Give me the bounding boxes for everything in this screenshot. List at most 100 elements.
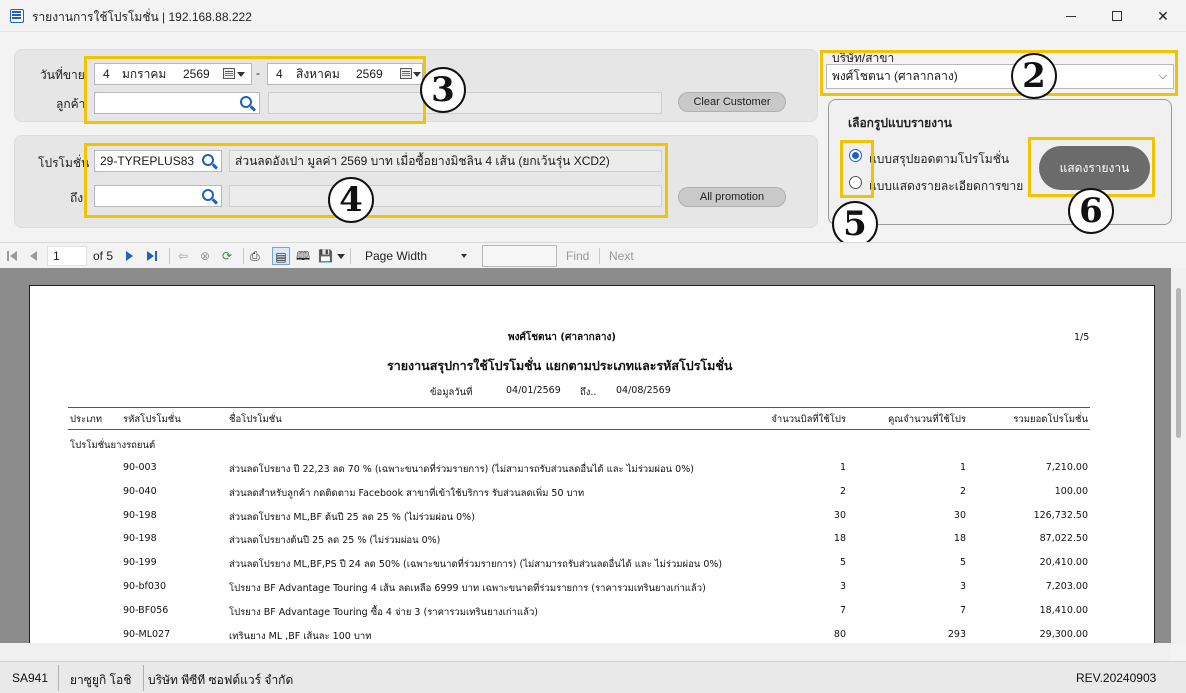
stop-icon[interactable]: ⊗ bbox=[200, 247, 210, 265]
cell-code: 90-198 bbox=[123, 509, 157, 521]
highlight-dates bbox=[84, 56, 426, 124]
cell-name: ส่วนลดโปรยาง ML,BF,PS ปี 24 ลด 50% (เฉพา… bbox=[229, 559, 723, 571]
vertical-scrollbar[interactable] bbox=[1171, 268, 1186, 643]
header-rule-bottom bbox=[68, 429, 1090, 430]
report-date-label: ข้อมูลวันที่ bbox=[430, 387, 473, 398]
minimize-icon bbox=[1066, 15, 1076, 17]
print-layout-icon[interactable]: ▤ bbox=[272, 247, 290, 265]
col-code: รหัสโปรโมชั่น bbox=[123, 414, 181, 425]
detail-option-label[interactable]: แบบแสดงรายละเอียดการขาย bbox=[869, 177, 1023, 196]
previous-page-icon[interactable] bbox=[30, 251, 37, 261]
cell-total: 20,410.00 bbox=[1039, 557, 1088, 569]
close-icon: ✕ bbox=[1157, 7, 1169, 24]
highlight-promotion bbox=[84, 143, 668, 218]
report-date-from: 04/01/2569 bbox=[506, 385, 561, 396]
col-name: ชื่อโปรโมชั่น bbox=[229, 414, 282, 425]
sale-date-label: วันที่ขาย bbox=[40, 68, 85, 82]
cell-total: 7,210.00 bbox=[1045, 462, 1088, 473]
annotation-badge-4: 4 bbox=[328, 177, 374, 223]
zoom-select[interactable]: Page Width bbox=[360, 247, 474, 265]
status-bar: SA941 ยาซูยูกิ โอชิ บริษัท พีซีที ซอฟต์แ… bbox=[0, 661, 1186, 693]
back-icon[interactable]: ⇦ bbox=[178, 247, 188, 265]
maximize-button[interactable] bbox=[1094, 0, 1140, 32]
refresh-icon[interactable]: ⟳ bbox=[222, 247, 232, 265]
zoom-value: Page Width bbox=[365, 249, 428, 263]
annotation-badge-3: 3 bbox=[420, 67, 466, 113]
find-input[interactable] bbox=[482, 245, 557, 267]
cell-bills: 5 bbox=[839, 557, 846, 569]
col-type: ประเภท bbox=[70, 414, 103, 425]
export-icon[interactable]: 💾 bbox=[318, 247, 333, 265]
cell-bills: 7 bbox=[839, 604, 846, 616]
scroll-thumb[interactable] bbox=[1176, 288, 1181, 438]
report-date-to: 04/08/2569 bbox=[616, 385, 671, 396]
minimize-button[interactable] bbox=[1048, 0, 1094, 32]
highlight-report-type bbox=[840, 140, 874, 198]
report-page: พงศ์โชตนา (ศาลากลาง) 1/5 รายงานสรุปการใช… bbox=[29, 285, 1155, 643]
cell-qty: 2 bbox=[959, 485, 966, 497]
cell-total: 29,300.00 bbox=[1039, 628, 1088, 640]
all-promotion-button[interactable]: All promotion bbox=[678, 187, 786, 207]
to-label: ถึง bbox=[70, 191, 84, 205]
cell-bills: 80 bbox=[833, 628, 846, 640]
report-format-title: เลือกรูปแบบรายงาน bbox=[848, 116, 952, 130]
cell-name: ส่วนลดโปรยาง ML,BF ต้นปี 25 ลด 25 % (ไม่… bbox=[229, 511, 475, 523]
chevron-down-icon bbox=[461, 254, 467, 258]
cell-total: 18,410.00 bbox=[1039, 604, 1088, 616]
report-viewer[interactable]: พงศ์โชตนา (ศาลากลาง) 1/5 รายงานสรุปการใช… bbox=[0, 268, 1186, 643]
cell-name: ส่วนลดโปรยาง ปี 22,23 ลด 70 % (เฉพาะขนาด… bbox=[229, 464, 694, 475]
highlight-branch bbox=[820, 50, 1178, 96]
cell-total: 126,732.50 bbox=[1033, 509, 1088, 521]
close-button[interactable]: ✕ bbox=[1140, 0, 1186, 32]
report-date-to-label: ถึง.. bbox=[580, 387, 597, 398]
cell-bills: 3 bbox=[839, 581, 846, 592]
cell-qty: 5 bbox=[959, 557, 966, 569]
cell-code: 90-bf030 bbox=[123, 581, 167, 592]
cell-total: 87,022.50 bbox=[1039, 533, 1088, 545]
clear-customer-button[interactable]: Clear Customer bbox=[678, 92, 786, 112]
cell-name: โปรยาง BF Advantage Touring 4 เส้น ลดเหล… bbox=[229, 583, 706, 594]
cell-name: เทรินยาง ML ,BF เส้นละ 100 บาท bbox=[229, 630, 372, 642]
print-icon[interactable]: ⎙ bbox=[250, 247, 260, 265]
next-button[interactable]: Next bbox=[609, 247, 634, 265]
cell-qty: 1 bbox=[959, 462, 966, 473]
cell-bills: 1 bbox=[839, 462, 846, 473]
next-page-icon[interactable] bbox=[126, 251, 133, 261]
annotation-badge-2: 2 bbox=[1011, 53, 1057, 99]
page-setup-icon[interactable]: 🕮 bbox=[296, 247, 310, 265]
cell-code: 90-BF056 bbox=[123, 604, 169, 616]
page-number-input[interactable]: 1 bbox=[47, 246, 87, 266]
cell-qty: 293 bbox=[947, 628, 966, 640]
promotion-label: โปรโมชั่น bbox=[38, 156, 90, 170]
header-rule-top bbox=[68, 407, 1090, 408]
title-bar: รายงานการใช้โปรโมชั่น | 192.168.88.222 ✕ bbox=[0, 0, 1186, 32]
cell-code: 90-003 bbox=[123, 462, 157, 473]
cell-qty: 3 bbox=[959, 581, 966, 592]
cell-total: 7,203.00 bbox=[1045, 581, 1088, 592]
app-icon bbox=[10, 9, 24, 23]
window-title: รายงานการใช้โปรโมชั่น | 192.168.88.222 bbox=[32, 10, 252, 24]
col-qty: คูณจำนวนที่ใช้โปร bbox=[888, 414, 966, 425]
cell-qty: 7 bbox=[959, 604, 966, 616]
customer-label: ลูกค้า bbox=[56, 97, 86, 111]
col-total: รวมยอดโปรโมชั่น bbox=[1013, 414, 1088, 425]
group-label: โปรโมชั่นยางรถยนต์ bbox=[70, 440, 156, 451]
cell-code: 90-198 bbox=[123, 533, 157, 545]
cell-name: ส่วนลดสำหรับลูกค้า กดติดตาม Facebook สาข… bbox=[229, 487, 585, 499]
report-toolbar: 1 of 5 ⇦ ⊗ ⟳ ⎙ ▤ 🕮 💾 Page Width Find Nex… bbox=[0, 242, 1186, 268]
cell-code: 90-ML027 bbox=[123, 628, 171, 640]
col-bills: จำนวนบิลที่ใช้โปร bbox=[771, 414, 846, 425]
maximize-icon bbox=[1112, 11, 1122, 21]
user-code: SA941 bbox=[12, 671, 49, 685]
cell-name: โปรยาง BF Advantage Touring ซื้อ 4 จ่าย … bbox=[229, 606, 538, 618]
find-button[interactable]: Find bbox=[566, 247, 589, 265]
cell-bills: 18 bbox=[833, 533, 846, 545]
cell-qty: 30 bbox=[953, 509, 966, 521]
chevron-down-icon[interactable] bbox=[337, 254, 345, 259]
cell-bills: 2 bbox=[839, 485, 846, 497]
horizontal-scrollbar[interactable] bbox=[0, 643, 1171, 661]
cell-code: 90-040 bbox=[123, 485, 157, 497]
summary-option-label[interactable]: แบบสรุปยอดตามโปรโมชั่น bbox=[869, 150, 1009, 169]
cell-code: 90-199 bbox=[123, 557, 157, 569]
report-company: พงศ์โชตนา (ศาลากลาง) bbox=[508, 332, 616, 343]
